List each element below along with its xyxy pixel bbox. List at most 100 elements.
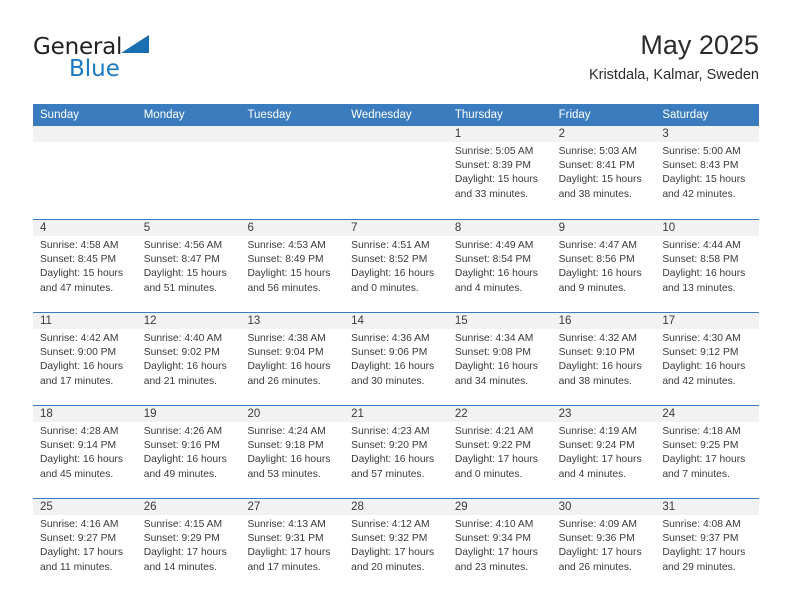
calendar-day-cell[interactable]: 16 Sunrise: 4:32 AM Sunset: 9:10 PM Dayligh…: [551, 313, 656, 405]
daylight-text: Daylight: 15 hours and 56 minutes.: [247, 268, 331, 294]
day-details: Sunrise: 4:56 AM Sunset: 8:47 PM Daylight:…: [137, 236, 241, 296]
title-block: May 2025 Kristdala, Kalmar, Sweden: [589, 28, 759, 86]
calendar-day-cell[interactable]: 27 Sunrise: 4:13 AM Sunset: 9:31 PM Dayligh…: [240, 499, 345, 591]
sunrise-text: Sunrise: 4:34 AM: [454, 333, 534, 344]
calendar-day-cell[interactable]: 20 Sunrise: 4:24 AM Sunset: 9:18 PM Dayligh…: [240, 406, 345, 498]
calendar-week-row: 11 Sunrise: 4:42 AM Sunset: 9:00 PM Dayligh…: [33, 312, 760, 405]
sunrise-text: Sunrise: 4:08 AM: [662, 519, 741, 530]
calendar-day-cell[interactable]: 7 Sunrise: 4:51 AM Sunset: 8:52 PM Daylight…: [344, 220, 448, 312]
calendar-day-cell[interactable]: 1 Sunrise: 5:05 AM Sunset: 8:39 PM Daylight…: [447, 126, 552, 219]
day-number: [33, 126, 137, 142]
sunrise-text: Sunrise: 4:21 AM: [454, 426, 534, 437]
calendar-day-cell[interactable]: 9 Sunrise: 4:47 AM Sunset: 8:56 PM Daylight…: [551, 220, 656, 312]
calendar-day-cell[interactable]: 6 Sunrise: 4:53 AM Sunset: 8:49 PM Daylight…: [240, 220, 345, 312]
calendar-day-cell[interactable]: 30 Sunrise: 4:09 AM Sunset: 9:36 PM Dayligh…: [551, 499, 656, 591]
daylight-text: Daylight: 16 hours and 42 minutes.: [662, 361, 746, 387]
sunrise-text: Sunrise: 4:42 AM: [40, 333, 119, 344]
calendar-day-cell[interactable]: 11 Sunrise: 4:42 AM Sunset: 9:00 PM Dayligh…: [33, 313, 137, 405]
calendar-day-cell[interactable]: 21 Sunrise: 4:23 AM Sunset: 9:20 PM Dayligh…: [344, 406, 448, 498]
sunset-text: Sunset: 9:25 PM: [662, 440, 739, 452]
day-number: 9: [551, 220, 656, 236]
day-number: 11: [33, 313, 137, 329]
calendar-page: General Blue May 2025 Kristdala, Kalmar,…: [0, 0, 792, 612]
day-details: Sunrise: 4:10 AM Sunset: 9:34 PM Daylight:…: [448, 515, 552, 575]
sunset-text: Sunset: 8:56 PM: [558, 254, 635, 266]
sunrise-text: Sunrise: 4:18 AM: [662, 426, 741, 437]
calendar-day-cell[interactable]: 24 Sunrise: 4:18 AM Sunset: 9:25 PM Dayligh…: [655, 406, 760, 498]
sunset-text: Sunset: 8:52 PM: [351, 254, 428, 266]
calendar-day-cell[interactable]: 5 Sunrise: 4:56 AM Sunset: 8:47 PM Daylight…: [136, 220, 241, 312]
calendar-day-cell[interactable]: 4 Sunrise: 4:58 AM Sunset: 8:45 PM Daylight…: [33, 220, 137, 312]
sunrise-text: Sunrise: 5:00 AM: [662, 146, 741, 157]
brand-name-general: General: [33, 34, 123, 60]
sunrise-text: Sunrise: 4:19 AM: [558, 426, 638, 437]
day-number: 20: [240, 406, 345, 422]
page-header: General Blue May 2025 Kristdala, Kalmar,…: [33, 28, 759, 98]
day-number: 3: [655, 126, 760, 142]
day-details: Sunrise: 4:42 AM Sunset: 9:00 PM Daylight:…: [33, 329, 137, 389]
sunset-text: Sunset: 9:04 PM: [247, 347, 324, 359]
sunset-text: Sunset: 9:06 PM: [351, 347, 428, 359]
sunrise-text: Sunrise: 4:26 AM: [143, 426, 223, 437]
calendar-day-cell[interactable]: 25 Sunrise: 4:16 AM Sunset: 9:27 PM Dayligh…: [33, 499, 137, 591]
day-number: 12: [136, 313, 241, 329]
sunset-text: Sunset: 9:32 PM: [351, 533, 428, 545]
calendar-day-cell[interactable]: 2 Sunrise: 5:03 AM Sunset: 8:41 PM Daylight…: [551, 126, 656, 219]
sunset-text: Sunset: 9:29 PM: [143, 533, 220, 545]
sunrise-text: Sunrise: 4:23 AM: [351, 426, 430, 437]
calendar-day-cell[interactable]: 26 Sunrise: 4:15 AM Sunset: 9:29 PM Dayligh…: [136, 499, 241, 591]
sunrise-text: Sunrise: 4:13 AM: [247, 519, 326, 530]
daylight-text: Daylight: 17 hours and 4 minutes.: [558, 454, 642, 480]
daylight-text: Daylight: 16 hours and 34 minutes.: [454, 361, 538, 387]
calendar-day-cell[interactable]: 22 Sunrise: 4:21 AM Sunset: 9:22 PM Dayligh…: [447, 406, 552, 498]
calendar-day-cell[interactable]: 15 Sunrise: 4:34 AM Sunset: 9:08 PM Dayligh…: [447, 313, 552, 405]
calendar-week-row: 1 Sunrise: 5:05 AM Sunset: 8:39 PM Daylight…: [33, 126, 760, 219]
daylight-text: Daylight: 15 hours and 38 minutes.: [558, 174, 642, 200]
day-details: Sunrise: 4:49 AM Sunset: 8:54 PM Daylight:…: [448, 236, 552, 296]
sunrise-text: Sunrise: 4:56 AM: [143, 240, 223, 251]
sunset-text: Sunset: 9:24 PM: [558, 440, 635, 452]
day-number: 23: [551, 406, 656, 422]
daylight-text: Daylight: 17 hours and 26 minutes.: [558, 547, 642, 573]
day-number: 1: [447, 126, 552, 142]
calendar-day-cell[interactable]: 3 Sunrise: 5:00 AM Sunset: 8:43 PM Daylight…: [655, 126, 760, 219]
weekday-header-saturday: Saturday: [662, 109, 709, 121]
day-details: Sunrise: 4:24 AM Sunset: 9:18 PM Daylight:…: [240, 422, 344, 482]
day-number: 24: [655, 406, 760, 422]
sunset-text: Sunset: 9:20 PM: [351, 440, 428, 452]
calendar-day-cell[interactable]: 8 Sunrise: 4:49 AM Sunset: 8:54 PM Daylight…: [447, 220, 552, 312]
sunrise-text: Sunrise: 4:53 AM: [247, 240, 326, 251]
sunrise-text: Sunrise: 4:36 AM: [351, 333, 430, 344]
calendar-week-row: 25 Sunrise: 4:16 AM Sunset: 9:27 PM Dayligh…: [33, 498, 760, 591]
sunset-text: Sunset: 9:37 PM: [662, 533, 739, 545]
day-number: 16: [551, 313, 656, 329]
sunrise-text: Sunrise: 4:12 AM: [351, 519, 430, 530]
calendar-day-cell[interactable]: 31 Sunrise: 4:08 AM Sunset: 9:37 PM Dayligh…: [655, 499, 760, 591]
day-details: Sunrise: 4:18 AM Sunset: 9:25 PM Daylight:…: [655, 422, 759, 482]
calendar-day-cell[interactable]: 14 Sunrise: 4:36 AM Sunset: 9:06 PM Dayligh…: [344, 313, 448, 405]
page-subtitle: Kristdala, Kalmar, Sweden: [588, 67, 759, 83]
day-number: 2: [551, 126, 656, 142]
calendar-day-cell[interactable]: 13 Sunrise: 4:38 AM Sunset: 9:04 PM Dayligh…: [240, 313, 345, 405]
calendar-day-cell[interactable]: 29 Sunrise: 4:10 AM Sunset: 9:34 PM Dayligh…: [447, 499, 552, 591]
calendar-day-cell[interactable]: 28 Sunrise: 4:12 AM Sunset: 9:32 PM Dayligh…: [344, 499, 448, 591]
day-details: Sunrise: 4:58 AM Sunset: 8:45 PM Daylight:…: [33, 236, 137, 296]
calendar-day-cell[interactable]: 18 Sunrise: 4:28 AM Sunset: 9:14 PM Dayligh…: [33, 406, 137, 498]
day-number: 21: [344, 406, 448, 422]
calendar-day-cell[interactable]: 17 Sunrise: 4:30 AM Sunset: 9:12 PM Dayligh…: [655, 313, 760, 405]
sunrise-text: Sunrise: 4:49 AM: [454, 240, 534, 251]
calendar-day-cell[interactable]: 12 Sunrise: 4:40 AM Sunset: 9:02 PM Dayligh…: [136, 313, 241, 405]
calendar-day-cell[interactable]: 23 Sunrise: 4:19 AM Sunset: 9:24 PM Dayligh…: [551, 406, 656, 498]
day-number: 14: [344, 313, 448, 329]
day-details: Sunrise: 4:19 AM Sunset: 9:24 PM Daylight:…: [552, 422, 656, 482]
sunrise-text: Sunrise: 4:44 AM: [662, 240, 741, 251]
brand-logo[interactable]: General Blue: [33, 34, 263, 90]
sunset-text: Sunset: 9:31 PM: [247, 533, 324, 545]
day-details: Sunrise: 4:30 AM Sunset: 9:12 PM Daylight:…: [655, 329, 759, 389]
calendar-day-cell[interactable]: 19 Sunrise: 4:26 AM Sunset: 9:16 PM Dayligh…: [136, 406, 241, 498]
weekday-header-wednesday: Wednesday: [351, 109, 412, 121]
day-details: Sunrise: 4:23 AM Sunset: 9:20 PM Daylight:…: [344, 422, 448, 482]
sunset-text: Sunset: 8:47 PM: [143, 254, 220, 266]
calendar-day-cell[interactable]: 10 Sunrise: 4:44 AM Sunset: 8:58 PM Dayligh…: [655, 220, 760, 312]
day-details: Sunrise: 4:08 AM Sunset: 9:37 PM Daylight:…: [655, 515, 759, 575]
